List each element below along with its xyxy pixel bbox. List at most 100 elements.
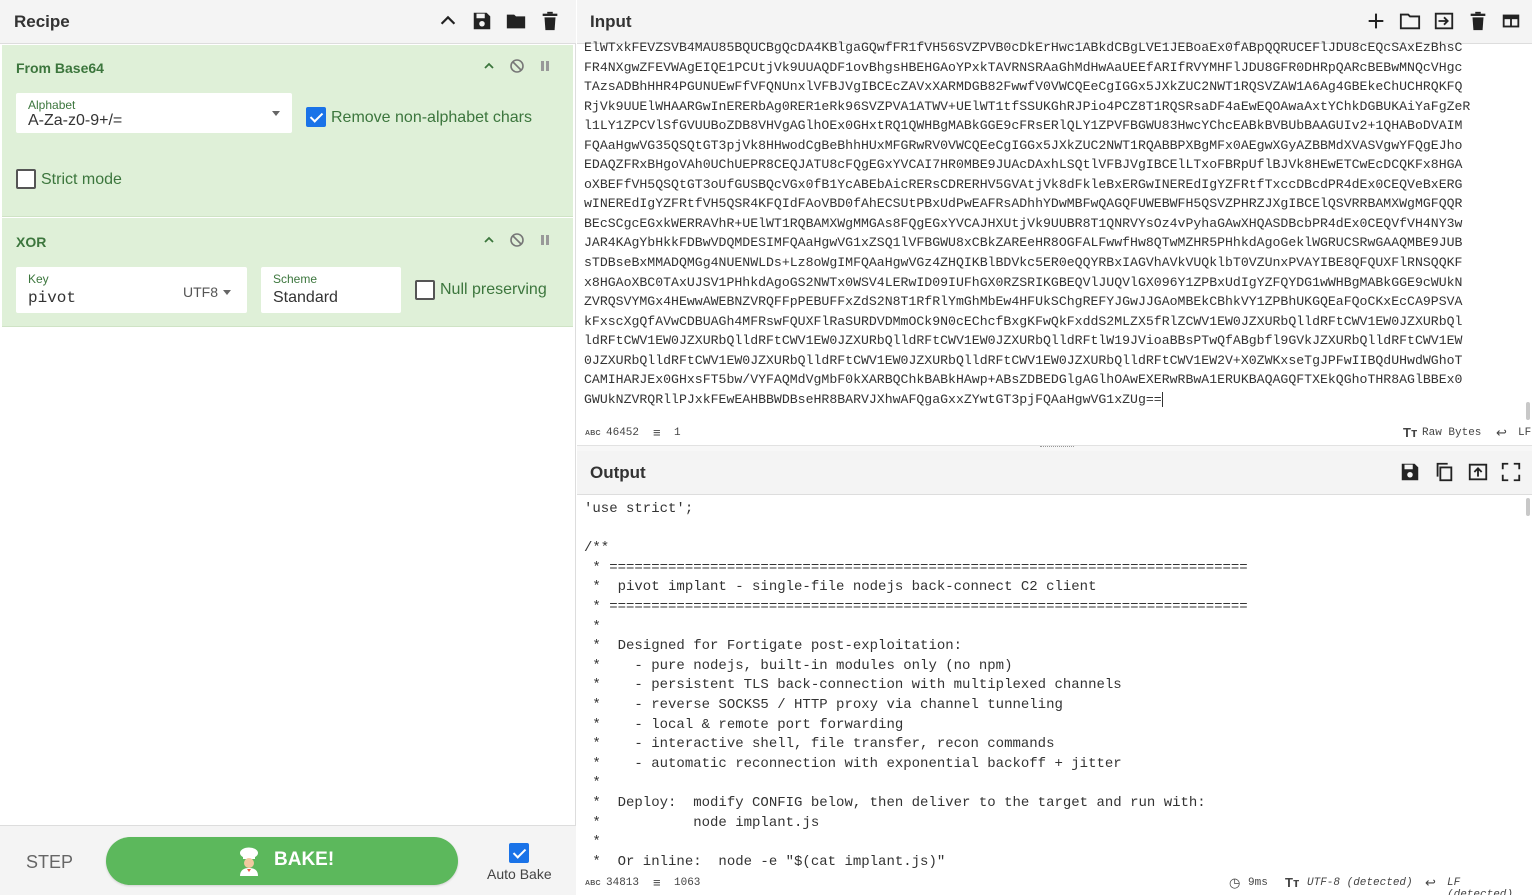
text-line: RjVk9UUElWHAARGwInERERbAg0RER1eRk96SVZPV… — [584, 98, 1471, 114]
text-line: TAzsADBhHHR4PGUNUEwFfVFQNUnxlVFBJVgIBCEc… — [584, 79, 1463, 95]
abc-icon: ABC — [585, 430, 601, 437]
bake-label: BAKE! — [274, 849, 335, 870]
operation-title: XOR — [16, 234, 47, 250]
plus-icon[interactable] — [1364, 9, 1388, 33]
input-textarea[interactable]: ElWTxkFEVZSVB4MAU85BQUCBgQcDA4KBlgaGQwfF… — [584, 38, 1524, 422]
folder-icon[interactable] — [504, 9, 528, 33]
recipe-title: Recipe — [14, 12, 70, 31]
text-line: * pivot implant - single-file nodejs bac… — [584, 579, 1097, 596]
collapse-icon[interactable] — [480, 57, 498, 75]
text-line: * - interactive shell, file transfer, re… — [584, 736, 1055, 753]
operation-title: From Base64 — [16, 60, 104, 76]
eol-icon: ↩ — [1496, 425, 1507, 440]
operation-xor: XOR Key pivot UTF8 Scheme Standard Null … — [2, 218, 573, 327]
folder-icon[interactable] — [1398, 9, 1422, 33]
text-line: * - pure nodejs, built-in modules only (… — [584, 657, 1013, 674]
text-line: l1LY1ZPCVlSfGVUUBoZDB8VHVgAGlhOEx0GHxtRQ… — [584, 118, 1463, 134]
text-line: * node implant.js — [584, 814, 820, 831]
save-icon[interactable] — [1398, 460, 1422, 484]
input-line-count: 1 — [674, 427, 681, 439]
text-line: JAR4KAgYbHkkFDBwVDQMDESIMFQAaHgwVG1xZSQ1… — [584, 235, 1463, 251]
text-line: * Deploy: modify CONFIG below, then deli… — [584, 794, 1206, 811]
scheme-value: Standard — [273, 289, 338, 306]
chevron-up-icon[interactable] — [436, 9, 460, 33]
text-line: sTDBseBxMMADQMGg4NUENWLDs+Lz8oWgIMFQAaHg… — [584, 255, 1463, 271]
text-line: * Designed for Fortigate post-exploitati… — [584, 638, 963, 655]
text-line: FQAaHgwVG35QSQtGT3pjVk8HHwodCgBeBhhHUxMF… — [584, 137, 1463, 153]
alphabet-select[interactable]: Alphabet A-Za-z0-9+/= — [16, 93, 292, 133]
disable-icon[interactable] — [508, 231, 526, 249]
text-line: * - reverse SOCKS5 / HTTP proxy via chan… — [584, 696, 1063, 713]
recipe-panel: Recipe From Base64 Alphabet A-Za-z0-9+/=… — [0, 0, 576, 895]
remove-non-alphabet-label: Remove non-alphabet chars — [331, 109, 533, 126]
remove-non-alphabet-checkbox[interactable] — [306, 107, 326, 127]
output-textarea[interactable]: 'use strict'; /** * =====================… — [584, 500, 1524, 872]
strict-mode-label: Strict mode — [41, 171, 122, 188]
lines-icon: ≡ — [653, 875, 661, 890]
text-line: GWUkNZVRQRllPJxkFEwEAHBBWDBseHR8BARVJXhw… — [584, 391, 1163, 407]
text-line: 0JZXURbQlldRFtCWV1EW0JZXURbQlldRFtCWV1EW… — [584, 352, 1463, 368]
output-eol[interactable]: LF (detected) — [1447, 877, 1532, 895]
scheme-select[interactable]: Scheme Standard — [261, 267, 401, 313]
maximize-icon[interactable] — [1499, 460, 1523, 484]
text-line: * ======================================… — [584, 598, 1248, 615]
key-input[interactable]: Key pivot UTF8 — [16, 267, 247, 313]
text-line: 'use strict'; — [584, 501, 694, 517]
auto-bake-checkbox[interactable] — [509, 843, 529, 863]
bake-bar: STEP BAKE! Auto Bake — [0, 825, 576, 895]
null-preserving-checkbox[interactable] — [415, 280, 435, 300]
dropdown-caret-icon — [272, 111, 280, 116]
abc-icon: ABC — [585, 880, 601, 887]
text-cursor — [1161, 391, 1163, 407]
alphabet-label: Alphabet — [28, 98, 76, 112]
divider-grip[interactable] — [1040, 446, 1074, 448]
null-preserving-label: Null preserving — [440, 281, 547, 298]
disable-icon[interactable] — [508, 57, 526, 75]
text-line: FR4NXgwZFEVWAgEIQE1PCUtjVk9UUAQDF1ovBhgs… — [584, 59, 1463, 75]
output-line-count: 1063 — [674, 877, 701, 889]
text-line: BEcSCgcEGxkWERRAVhR+UElWT1RQBAMXWgMMGAs8… — [584, 215, 1463, 231]
text-line: kFxscXgQfAVwCDBUAGh4MFRswFQUXFlRaSURDVDM… — [584, 313, 1463, 329]
text-line: CAMIHARJEx0GHxsFT5bw/VYFAQMdVgMbF0kXARBQ… — [584, 372, 1463, 388]
input-scrollbar[interactable] — [1526, 402, 1530, 420]
operation-from-base64: From Base64 Alphabet A-Za-z0-9+/= Remove… — [2, 45, 573, 217]
text-line: * — [584, 834, 601, 851]
text-line: * ======================================… — [584, 559, 1248, 576]
text-line: * - automatic reconnection with exponent… — [584, 755, 1122, 772]
bake-button[interactable]: BAKE! — [106, 837, 458, 885]
input-eol[interactable]: LF — [1518, 427, 1531, 439]
copy-icon[interactable] — [1432, 460, 1456, 484]
step-button[interactable]: STEP — [26, 852, 73, 873]
key-encoding-select[interactable]: UTF8 — [183, 284, 218, 300]
replace-input-icon[interactable] — [1466, 460, 1490, 484]
input-raw-bytes[interactable]: Raw Bytes — [1422, 427, 1481, 439]
text-line: * — [584, 775, 601, 792]
chef-icon — [240, 847, 258, 876]
text-format-icon[interactable]: Tт — [1285, 875, 1299, 890]
text-line: oXBEFfVH5QSQtGT3oUfGUSBQcVGx0fB1YcABEbAi… — [584, 176, 1463, 192]
input-char-count: 46452 — [606, 427, 640, 439]
trash-icon[interactable] — [1466, 9, 1490, 33]
text-line: ldRFtCWV1EW0JZXURbQlldRFtCWV1EW0JZXURbQl… — [584, 333, 1463, 349]
text-line: * Or inline: node -e "$(cat implant.js)" — [584, 853, 946, 870]
save-icon[interactable] — [470, 9, 494, 33]
output-title: Output — [590, 463, 646, 482]
recipe-header: Recipe — [0, 0, 576, 44]
collapse-icon[interactable] — [480, 231, 498, 249]
text-line: /** — [584, 540, 610, 557]
input-title: Input — [590, 12, 632, 31]
trash-icon[interactable] — [538, 9, 562, 33]
pause-icon[interactable] — [536, 57, 554, 75]
strict-mode-checkbox[interactable] — [16, 169, 36, 189]
key-label: Key — [28, 272, 49, 286]
pause-icon[interactable] — [536, 231, 554, 249]
layout-icon[interactable] — [1499, 9, 1523, 33]
text-line: * - persistent TLS back-connection with … — [584, 677, 1122, 694]
output-bake-time: 9ms — [1248, 877, 1268, 889]
sign-in-icon[interactable] — [1432, 9, 1456, 33]
output-scrollbar[interactable] — [1526, 498, 1530, 516]
output-encoding[interactable]: UTF-8 (detected) — [1307, 877, 1413, 889]
text-line: ElWTxkFEVZSVB4MAU85BQUCBgQcDA4KBlgaGQwfF… — [584, 40, 1463, 55]
clock-icon: ◷ — [1229, 875, 1241, 890]
text-format-icon[interactable]: Tт — [1403, 425, 1417, 440]
